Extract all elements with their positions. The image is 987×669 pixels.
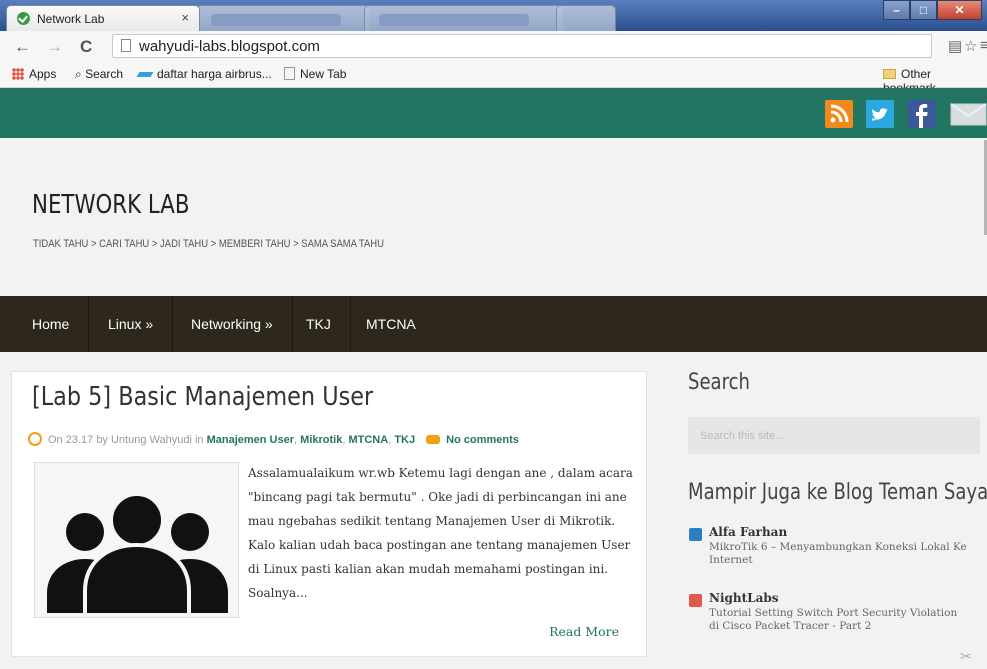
category-link[interactable]: TKJ	[394, 434, 415, 446]
blurred-tab-title	[211, 14, 341, 26]
menu-networking[interactable]: Networking »	[172, 296, 293, 352]
post-thumbnail[interactable]	[34, 462, 239, 618]
post-excerpt: Assalamualaikum wr.wb Ketemu lagi dengan…	[248, 466, 633, 600]
blogger-icon	[689, 594, 702, 607]
blog-latest-post[interactable]: Tutorial Setting Switch Port Security Vi…	[709, 607, 969, 633]
post-title[interactable]: [Lab 5] Basic Manajemen User	[32, 382, 373, 412]
category-link[interactable]: Mikrotik	[300, 434, 342, 446]
maximize-button[interactable]: □	[910, 0, 937, 20]
tab-network-lab[interactable]: Network Lab ×	[6, 5, 200, 31]
search-icon: ⌕	[75, 67, 86, 81]
close-window-button[interactable]: ✕	[937, 0, 982, 20]
comments-link[interactable]: No comments	[446, 434, 519, 446]
search-input[interactable]	[688, 417, 980, 454]
back-arrow-icon[interactable]: ←	[14, 37, 31, 57]
folder-icon	[883, 69, 896, 79]
translate-icon[interactable]: ▤	[948, 37, 962, 55]
bookmark-airbrush[interactable]: daftar harga airbrus...	[136, 67, 272, 81]
wordpress-icon	[689, 528, 702, 541]
forward-arrow-icon[interactable]: →	[46, 37, 63, 57]
menu-home[interactable]: Home	[13, 296, 90, 352]
blog-name[interactable]: Alfa Farhan	[709, 525, 787, 539]
tab-background-1[interactable]	[196, 5, 370, 31]
bookmark-star-icon[interactable]: ☆	[964, 37, 977, 55]
comment-icon	[426, 435, 441, 444]
address-bar[interactable]: wahyudi-labs.blogspot.com	[112, 34, 932, 58]
menu-icon[interactable]: ≡	[980, 37, 987, 54]
blog-latest-post[interactable]: MikroTik 6 – Menyambungkan Koneksi Lokal…	[709, 541, 969, 567]
main-menu: Home Linux » Networking » TKJ MTCNA	[0, 296, 987, 352]
reload-icon[interactable]: C	[80, 37, 92, 57]
read-more-link[interactable]: Read More	[549, 624, 619, 639]
browser-toolbar: ← → C wahyudi-labs.blogspot.com ▤ ☆ ≡	[0, 31, 987, 63]
settings-tools-icon[interactable]: ✂	[960, 648, 972, 665]
mail-icon[interactable]	[950, 100, 987, 128]
post-meta: On 23.17 by Untung Wahyudi in Manajemen …	[28, 432, 519, 446]
tab-background-2[interactable]	[364, 5, 564, 31]
tab-title: Network Lab	[37, 12, 105, 26]
blogroll-title: Mampir Juga ke Blog Teman Saya	[688, 480, 987, 505]
site-tagline: TIDAK TAHU > CARI TAHU > JADI TAHU > MEM…	[33, 238, 384, 250]
social-top-bar	[0, 88, 987, 138]
post-meta-prefix: On 23.17 by Untung Wahyudi in	[48, 434, 204, 446]
bookmark-new-tab[interactable]: New Tab	[284, 67, 346, 81]
clock-icon	[28, 432, 42, 446]
search-widget-title: Search	[688, 370, 750, 395]
menu-tkj[interactable]: TKJ	[287, 296, 351, 352]
page-icon	[121, 39, 131, 52]
menu-mtcna[interactable]: MTCNA	[347, 296, 435, 352]
twitter-icon[interactable]	[866, 100, 894, 128]
category-link[interactable]: Manajemen User	[207, 434, 294, 446]
tab-close-icon[interactable]: ×	[181, 10, 189, 25]
category-link[interactable]: MTCNA	[348, 434, 388, 446]
site-favicon-icon	[17, 12, 30, 25]
tab-strip: Network Lab × – □ ✕	[0, 0, 987, 31]
site-title[interactable]: NETWORK LAB	[32, 190, 189, 220]
rss-icon[interactable]	[825, 100, 853, 128]
new-tab-button[interactable]	[556, 5, 616, 31]
bookmark-search[interactable]: ⌕ Search	[75, 67, 123, 82]
blurred-tab-title	[379, 14, 529, 26]
url-text[interactable]: wahyudi-labs.blogspot.com	[139, 38, 320, 55]
apps-grid-icon	[12, 68, 24, 80]
window-controls: – □ ✕	[883, 0, 982, 20]
page-icon	[284, 67, 295, 80]
menu-linux[interactable]: Linux »	[89, 296, 174, 352]
bookmark-apps[interactable]: Apps	[12, 67, 56, 81]
blog-name[interactable]: NightLabs	[709, 591, 779, 605]
minimize-button[interactable]: –	[883, 0, 910, 20]
facebook-icon[interactable]	[908, 100, 936, 128]
airbrush-icon	[136, 72, 154, 77]
bookmarks-bar: Apps ⌕ Search daftar harga airbrus... Ne…	[0, 62, 987, 95]
post-card: [Lab 5] Basic Manajemen User On 23.17 by…	[11, 371, 647, 657]
users-group-icon	[47, 492, 228, 617]
site-header: NETWORK LAB TIDAK TAHU > CARI TAHU > JAD…	[0, 138, 987, 296]
